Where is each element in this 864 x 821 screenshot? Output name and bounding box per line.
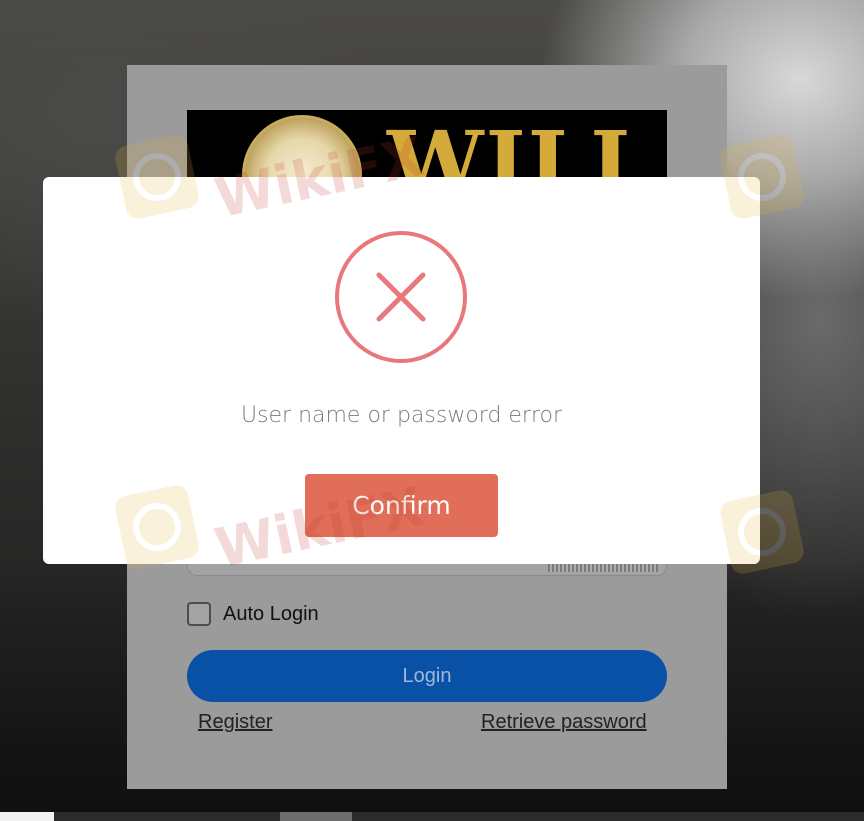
login-button[interactable]: Login [187, 650, 667, 702]
error-message: User name or password error [240, 403, 563, 428]
register-link[interactable]: Register [198, 711, 272, 734]
taskbar-item[interactable] [0, 812, 54, 821]
error-x-circle-icon [335, 231, 467, 363]
auto-login-row[interactable]: Auto Login [187, 600, 319, 628]
error-dialog: User name or password error Confirm [43, 177, 760, 564]
taskbar-item[interactable] [280, 812, 352, 821]
confirm-button[interactable]: Confirm [305, 474, 498, 537]
retrieve-password-link[interactable]: Retrieve password [481, 711, 647, 734]
taskbar-strip [0, 812, 864, 821]
auto-login-checkbox[interactable] [187, 602, 211, 626]
auto-login-label[interactable]: Auto Login [223, 603, 319, 626]
